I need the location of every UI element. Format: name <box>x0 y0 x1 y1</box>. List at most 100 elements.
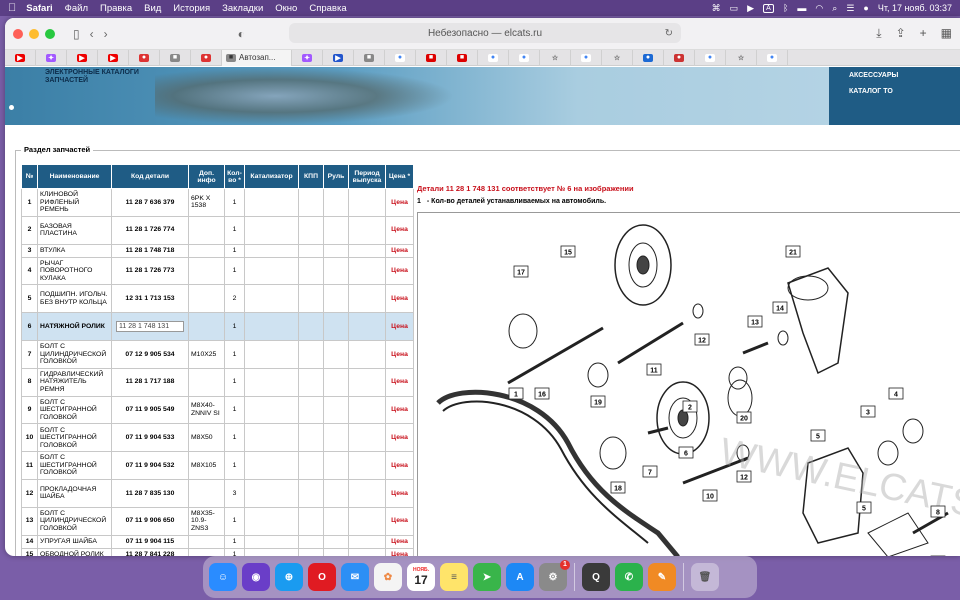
safari-app-icon[interactable]: ⊕ <box>275 563 303 591</box>
table-row[interactable]: 10 БОЛТ С ШЕСТИГРАННОЙ ГОЛОВКОЙ 07 11 9 90… <box>21 423 414 453</box>
table-row[interactable]: 14 УПРУГАЯ ШАЙБА 07 11 9 904 115 1 Цена <box>21 534 414 549</box>
tab-site-f[interactable]: ■ <box>447 49 478 66</box>
row-price-link[interactable]: Цена <box>385 215 414 245</box>
tab-site-e[interactable]: ■ <box>416 49 447 66</box>
finder-icon[interactable]: ☺ <box>209 563 237 591</box>
input-source-icon[interactable]: A <box>763 3 774 13</box>
diagram-callout[interactable]: 13 <box>747 315 763 328</box>
menu-app-safari[interactable]: Safari <box>26 3 52 14</box>
row-price-link[interactable]: Цена <box>385 243 414 258</box>
diagram-callout[interactable]: 21 <box>785 245 801 258</box>
quicktime-icon[interactable]: Q <box>582 563 610 591</box>
apple-menu-icon[interactable]:  <box>8 2 16 14</box>
row-price-link[interactable]: Цена <box>385 547 414 556</box>
tab-site-b[interactable]: ■ <box>160 49 191 66</box>
address-bar[interactable]: Небезопасно — elcats.ru ↻ <box>289 23 681 43</box>
tab-figma[interactable]: ✦ <box>36 49 67 66</box>
row-price-link[interactable]: Цена <box>385 339 414 369</box>
diagram-callout[interactable]: 19 <box>590 395 606 408</box>
spotlight-search-icon[interactable]: ⌕ <box>832 3 837 14</box>
tab-active[interactable]: ■ Автозап... <box>222 49 292 66</box>
notes-icon[interactable]: ≡ <box>440 563 468 591</box>
row-price-link[interactable]: Цена <box>385 506 414 536</box>
trash-icon[interactable]: 🗑 <box>691 563 719 591</box>
menu-view[interactable]: Вид <box>144 3 161 14</box>
tab-bookmark-3[interactable]: ☆ <box>726 49 757 66</box>
table-row[interactable]: 9 БОЛТ С ШЕСТИГРАННОЙ ГОЛОВКОЙ 07 11 9 905… <box>21 395 414 425</box>
diagram-callout[interactable]: 8 <box>930 505 946 518</box>
tab-youtube-3[interactable]: ▶ <box>98 49 129 66</box>
nav-accessories[interactable]: АКСЕССУАРЫ <box>849 72 898 79</box>
table-row[interactable]: 8 ГИДРАВЛИЧЕСКИЙ НАТЯЖИТЕЛЬ РЕМНЯ 11 28 1 … <box>21 367 414 397</box>
diagram-callout[interactable]: 4 <box>888 387 904 400</box>
table-row[interactable]: 12 ПРОКЛАДОЧНАЯ ШАЙБА 11 28 7 835 130 3 Цена <box>21 478 414 508</box>
diagram-callout[interactable]: 3 <box>860 405 876 418</box>
tab-youtube[interactable]: ▶ <box>5 49 36 66</box>
back-icon[interactable]: ‹ <box>90 27 94 41</box>
tab-google-4[interactable]: ● <box>571 49 602 66</box>
row-price-link[interactable]: Цена <box>385 312 414 341</box>
diagram-callout[interactable]: 14 <box>772 301 788 314</box>
reload-icon[interactable]: ↻ <box>665 28 673 39</box>
table-row[interactable]: 15 ОБВОДНОЙ РОЛИК 11 28 7 841 228 1 Цена <box>21 547 414 556</box>
menu-history[interactable]: История <box>173 3 210 14</box>
diagram-callout[interactable]: 20 <box>736 411 752 424</box>
maps-icon[interactable]: ➤ <box>473 563 501 591</box>
pages-icon[interactable]: ✎ <box>648 563 676 591</box>
minimize-window-button[interactable] <box>29 28 39 39</box>
siri-app-icon[interactable]: ◉ <box>242 563 270 591</box>
table-row[interactable]: 4 РЫЧАГ ПОВОРОТНОГО КУЛАКА 11 28 1 726 773… <box>21 256 414 286</box>
diagram-callout[interactable]: 7 <box>642 465 658 478</box>
row-price-link[interactable]: Цена <box>385 284 414 314</box>
row-price-link[interactable]: Цена <box>385 256 414 286</box>
table-row[interactable]: 5 ПОДШИПН. ИГОЛЬЧ. БЕЗ ВНУТР КОЛЬЦА 12 31 … <box>21 284 414 314</box>
new-tab-icon[interactable]: + <box>920 26 927 41</box>
tab-google-6[interactable]: ● <box>757 49 788 66</box>
menu-file[interactable]: Файл <box>65 3 88 14</box>
row-price-link[interactable]: Цена <box>385 188 414 217</box>
diagram-callout[interactable]: 17 <box>513 265 529 278</box>
forward-icon[interactable]: › <box>104 27 108 41</box>
diagram-callout[interactable]: 16 <box>534 387 550 400</box>
menubar-clock[interactable]: Чт, 17 нояб. 03:37 <box>878 3 952 13</box>
share-icon[interactable]: ⇪ <box>896 26 906 41</box>
menu-bookmarks[interactable]: Закладки <box>222 3 263 14</box>
diagram-callout[interactable]: 5 <box>856 501 872 514</box>
hotspot-icon[interactable]: ⌘ <box>712 3 721 14</box>
tab-google-2[interactable]: ● <box>478 49 509 66</box>
row-price-link[interactable]: Цена <box>385 478 414 508</box>
tab-bookmark[interactable]: ☆ <box>540 49 571 66</box>
app-store-icon[interactable]: A <box>506 563 534 591</box>
system-preferences-icon[interactable]: ⚙ 1 <box>539 560 570 591</box>
nav-service-catalog[interactable]: КАТАЛОГ ТО <box>849 88 893 95</box>
wifi-icon[interactable]: ◠ <box>815 3 823 14</box>
diagram-callout[interactable]: 2 <box>682 400 698 413</box>
diagram-callout[interactable]: 6 <box>678 446 694 459</box>
selected-code-input[interactable] <box>116 321 184 333</box>
tab-figma-2[interactable]: ✦ <box>292 49 323 66</box>
table-row[interactable]: 11 БОЛТ С ШЕСТИГРАННОЙ ГОЛОВКОЙ 07 11 9 90… <box>21 451 414 480</box>
tab-google[interactable]: ● <box>385 49 416 66</box>
battery-icon[interactable]: ▭ <box>730 3 739 14</box>
diagram-callout[interactable]: 18 <box>610 481 626 494</box>
row-price-link[interactable]: Цена <box>385 367 414 397</box>
table-row[interactable]: 2 БАЗОВАЯ ПЛАСТИНА 11 28 1 726 774 1 Цена <box>21 215 414 245</box>
control-center-icon[interactable]: ☰ <box>846 3 854 14</box>
menu-window[interactable]: Окно <box>275 3 297 14</box>
table-row[interactable]: 1 КЛИНОВОЙ РИФЛЕНЫЙ РЕМЕНЬ 11 28 7 636 379… <box>21 188 414 217</box>
tab-site-g[interactable]: ● <box>664 49 695 66</box>
row-price-link[interactable]: Цена <box>385 451 414 480</box>
diagram-callout[interactable]: 11 <box>646 363 662 376</box>
messages-icon[interactable]: ✆ <box>615 563 643 591</box>
zoom-window-button[interactable] <box>45 28 55 39</box>
battery-level-icon[interactable]: ▬ <box>797 3 806 13</box>
diagram-callout[interactable]: 12 <box>694 333 710 346</box>
play-icon[interactable]: ▶ <box>747 3 754 14</box>
tab-google-5[interactable]: ● <box>695 49 726 66</box>
row-price-link[interactable]: Цена <box>385 423 414 453</box>
sidebar-toggle-icon[interactable]: ▯ <box>73 27 80 41</box>
diagram-callout[interactable]: 15 <box>560 245 576 258</box>
downloads-icon[interactable]: ⤓ <box>876 26 881 41</box>
calendar-icon[interactable]: НОЯБ. 17 <box>407 563 435 591</box>
tab-site-d[interactable]: ■ <box>354 49 385 66</box>
